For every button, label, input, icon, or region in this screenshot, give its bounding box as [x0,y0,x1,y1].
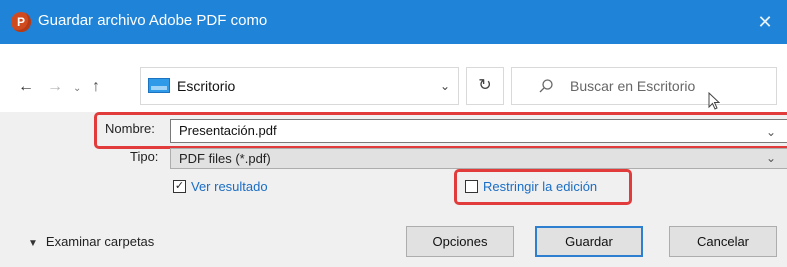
back-arrow-icon[interactable]: ← [18,77,34,97]
powerpoint-app-icon: P [11,12,31,32]
chevron-down-icon: ▼ [28,238,38,249]
recent-locations-chevron-icon[interactable]: ⌄ [73,79,81,99]
file-name-value: Presentación.pdf [179,123,277,138]
save-form: Nombre: Presentación.pdf ⌄ Tipo: PDF fil… [0,112,787,267]
mouse-cursor-icon [708,92,720,110]
title-bar: P Guardar archivo Adobe PDF como ✕ [0,0,787,44]
refresh-icon[interactable]: ↻ [466,67,504,105]
address-dropdown-icon[interactable]: ⌄ [440,79,450,93]
options-button[interactable]: Opciones [406,226,514,257]
search-placeholder: Buscar en Escritorio [570,78,696,94]
view-result-checkbox[interactable]: ✓ [173,180,186,193]
file-type-select[interactable]: PDF files (*.pdf) ⌄ [170,148,787,169]
file-name-dropdown-icon[interactable]: ⌄ [766,121,776,143]
type-label: Tipo: [130,149,159,164]
file-type-value: PDF files (*.pdf) [179,151,271,166]
close-icon[interactable]: ✕ [751,8,779,36]
browse-folders-toggle[interactable]: ▼ Examinar carpetas [28,234,154,249]
address-bar[interactable]: Escritorio ⌄ [140,67,459,105]
address-text: Escritorio [177,78,236,94]
forward-arrow-icon[interactable]: → [47,77,63,97]
search-icon [539,79,553,93]
browse-folders-label: Examinar carpetas [45,234,155,249]
navigation-bar: ← → ⌄ ↑ Escritorio ⌄ ↻ Buscar en Escrito… [0,44,787,112]
restrict-edit-checkbox[interactable] [465,180,478,193]
desktop-folder-icon [148,78,170,93]
name-label: Nombre: [105,121,155,136]
cancel-button[interactable]: Cancelar [669,226,777,257]
window-title: Guardar archivo Adobe PDF como [38,12,268,29]
restrict-edit-label[interactable]: Restringir la edición [483,179,597,194]
file-type-dropdown-icon[interactable]: ⌄ [766,149,776,168]
view-result-label[interactable]: Ver resultado [191,179,268,194]
up-arrow-icon[interactable]: ↑ [92,77,100,97]
search-box[interactable]: Buscar en Escritorio [511,67,777,105]
file-name-input[interactable]: Presentación.pdf ⌄ [170,119,787,143]
save-button[interactable]: Guardar [535,226,643,257]
